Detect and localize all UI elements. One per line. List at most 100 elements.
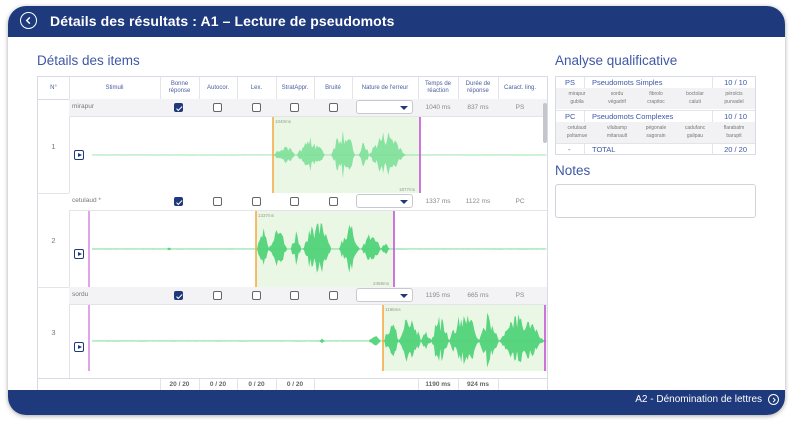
word: barupit (726, 133, 742, 139)
temps-reaction: 1337 ms (425, 198, 451, 205)
duree-reponse: 665 ms (467, 292, 489, 299)
total-temps: 1190 ms (425, 381, 451, 388)
row-number: 3 (51, 328, 56, 337)
items-table: N° Stimuli Bonne réponse Autocor. Lex. S… (37, 76, 548, 391)
table-row: cetulaud * 1337 ms 1122 ms PC (69, 193, 547, 211)
group-ps-words: mirapur sordu fibrolo boctolar pérolcis … (556, 88, 755, 109)
waveform-1: 1040ms 1877ms (92, 117, 547, 193)
caract-ling: PC (515, 198, 525, 205)
next-activity-button[interactable]: A2 - Dénomination de lettres (635, 394, 779, 405)
waveform-2: 1337ms 2459ms (88, 211, 547, 287)
col-stratappr: StratAppr. (281, 84, 309, 91)
nature-erreur-select[interactable] (356, 100, 413, 114)
total-row: - TOTAL 20 / 20 (556, 143, 755, 155)
play-button[interactable] (74, 150, 84, 160)
total-bonne: 20 / 20 (169, 381, 190, 388)
header-bar: Détails des résultats : A1 – Lecture de … (8, 6, 785, 37)
play-button[interactable] (74, 249, 84, 259)
total-duree: 924 ms (466, 381, 490, 388)
notes-heading: Notes (555, 163, 591, 178)
start-marker-label: 1337ms (258, 213, 275, 218)
analyse-table: PS Pseudomots Simples 10 / 10 mirapur so… (555, 76, 756, 155)
page-title: Détails des résultats : A1 – Lecture de … (50, 13, 395, 29)
nature-erreur-select[interactable] (356, 194, 413, 208)
table-row: sordu 1195 ms 665 ms PS (69, 287, 547, 305)
word: mirapur (568, 91, 586, 97)
start-marker-label: 1195ms (385, 307, 401, 312)
word: fibrolo (649, 91, 663, 97)
total-code: - (568, 145, 571, 154)
autocor-checkbox[interactable] (213, 291, 222, 300)
bruite-checkbox[interactable] (329, 103, 338, 112)
strat-checkbox[interactable] (290, 197, 299, 206)
results-window: Détails des résultats : A1 – Lecture de … (8, 6, 785, 415)
col-num: N° (50, 84, 57, 91)
col-caract-ling: Caract. ling. (503, 84, 536, 91)
notes-field[interactable] (555, 184, 756, 218)
group-label: Pseudomots Complexes (592, 112, 674, 121)
lex-checkbox[interactable] (252, 197, 261, 206)
strat-checkbox[interactable] (290, 103, 299, 112)
autocor-checkbox[interactable] (213, 103, 222, 112)
items-heading: Détails des items (37, 53, 140, 68)
chevron-down-icon (400, 105, 408, 110)
lex-checkbox[interactable] (252, 103, 261, 112)
table-scrollbar[interactable] (543, 103, 547, 143)
word: végadrif (608, 99, 626, 105)
play-button[interactable] (74, 342, 84, 352)
word: caluti (689, 99, 701, 105)
start-marker-label: 1040ms (275, 119, 292, 124)
lex-checkbox[interactable] (252, 291, 261, 300)
duree-reponse: 1122 ms (465, 198, 491, 205)
bonne-reponse-checkbox[interactable] (174, 103, 183, 112)
group-score: 10 / 10 (724, 112, 747, 121)
bonne-reponse-checkbox[interactable] (174, 291, 183, 300)
group-label: Pseudomots Simples (592, 78, 663, 87)
word: cadufanc (684, 125, 706, 131)
stimulus-text: mirapur (72, 103, 95, 110)
total-autocor: 0 / 20 (209, 381, 227, 388)
col-nature-erreur: Nature de l'erreur (361, 84, 409, 91)
bruite-checkbox[interactable] (329, 197, 338, 206)
word: poltamue (566, 133, 588, 139)
arrow-right-icon (768, 394, 779, 405)
stimulus-text: sordu (72, 291, 89, 298)
word: flarabalm (723, 125, 745, 131)
temps-reaction: 1195 ms (425, 292, 451, 299)
bonne-reponse-checkbox[interactable] (174, 197, 183, 206)
word: mitanault (606, 133, 628, 139)
word: pégonale (645, 125, 667, 131)
caract-ling: PS (515, 292, 525, 299)
word: purvadel (724, 99, 744, 105)
col-autocor: Autocor. (206, 84, 229, 91)
group-code: PC (565, 112, 576, 121)
temps-reaction: 1040 ms (425, 104, 451, 111)
end-marker-label: 2459ms (373, 281, 390, 286)
waveform-3: 1195ms (88, 305, 547, 371)
word: galipau (686, 133, 704, 139)
arrow-left-icon (25, 16, 31, 25)
total-strat: 0 / 20 (286, 381, 304, 388)
col-stimuli: Stimuli (105, 84, 124, 91)
table-row: mirapur 1040 ms 837 ms PS (69, 99, 547, 117)
word: crapitoc (647, 99, 665, 105)
col-bonne-reponse: Bonne réponse (168, 81, 191, 94)
word: cetulaud (567, 125, 587, 131)
word: boctolar (686, 91, 704, 97)
bruite-checkbox[interactable] (329, 291, 338, 300)
col-bruite: Bruité (325, 84, 341, 91)
total-lex: 0 / 20 (248, 381, 265, 388)
group-code: PS (565, 78, 576, 87)
caract-ling: PS (515, 104, 525, 111)
back-button[interactable] (20, 12, 37, 29)
audio-signal (92, 223, 546, 273)
word: vilubamp (606, 125, 627, 131)
autocor-checkbox[interactable] (213, 197, 222, 206)
analyse-heading: Analyse qualificative (555, 53, 678, 68)
word: gubila (570, 99, 584, 105)
word: sordu (610, 91, 624, 97)
word: sagorain (646, 133, 666, 139)
nature-erreur-select[interactable] (356, 288, 413, 302)
table-header: N° Stimuli Bonne réponse Autocor. Lex. S… (38, 77, 547, 100)
strat-checkbox[interactable] (290, 291, 299, 300)
